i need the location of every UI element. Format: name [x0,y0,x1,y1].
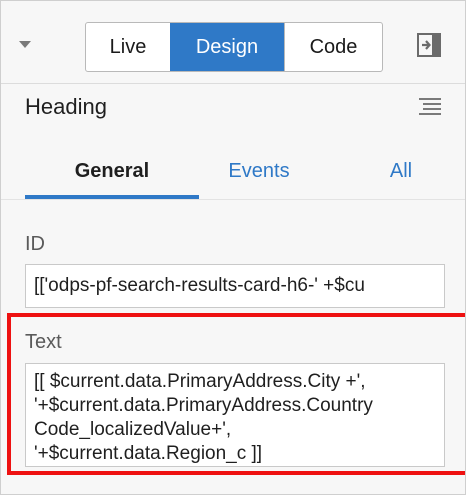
text-field-label: Text [25,331,62,353]
divider [1,199,465,200]
text-field[interactable]: [[ $current.data.PrimaryAddress.City +',… [25,363,445,467]
component-title: Heading [25,94,107,119]
text-field-line: [[ $current.data.PrimaryAddress.City +', [34,371,366,392]
tab-all[interactable]: All [369,147,433,199]
tab-bar: General Events All [1,147,465,199]
live-mode-button[interactable]: Live [86,23,170,71]
text-field-line: Code_localizedValue+', [34,419,232,440]
hamburger-menu-icon[interactable] [419,96,441,118]
id-field-label: ID [25,233,45,255]
tab-events[interactable]: Events [211,147,307,199]
tab-general[interactable]: General [25,147,199,199]
divider [1,83,465,84]
toolbar: Live Design Code [1,1,465,85]
text-field-line: '+$current.data.PrimaryAddress.Country [34,395,373,416]
design-mode-button[interactable]: Design [170,23,284,71]
mode-switcher: Live Design Code [85,22,383,72]
text-field-line: '+$current.data.Region_c ]] [34,443,263,464]
code-mode-button[interactable]: Code [284,23,382,71]
panel-collapse-icon[interactable] [417,33,441,57]
property-inspector: Live Design Code Heading General Events … [0,0,466,495]
triangle-down-icon[interactable] [19,41,31,48]
id-field[interactable]: [['odps-pf-search-results-card-h6-' +$cu [25,264,445,308]
